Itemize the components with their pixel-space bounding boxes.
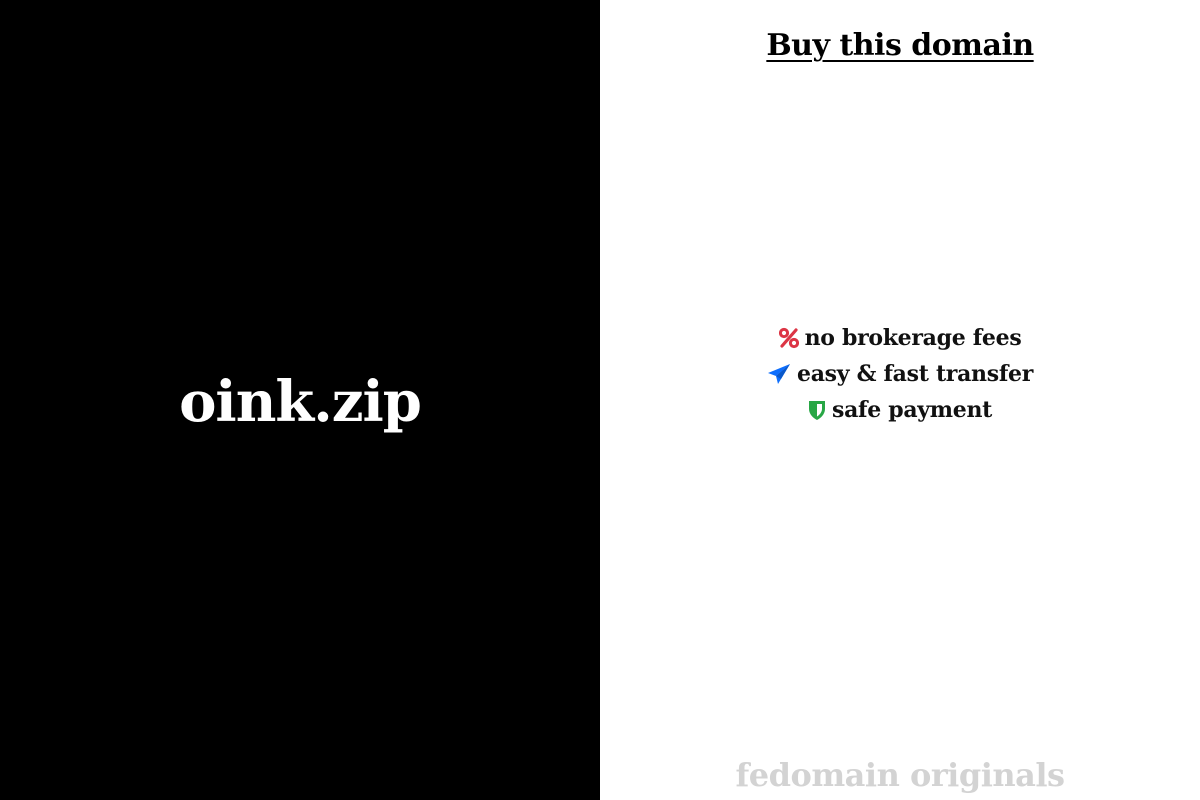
percent-icon [778,327,799,349]
feature-list: no brokerage fees easy & fast transfer s… [600,320,1200,428]
page: oink.zip Buy this domain no brokerage fe… [0,0,1200,800]
buy-domain-link[interactable]: Buy this domain [600,28,1200,63]
feature-label: no brokerage fees [804,325,1022,351]
footer-brand: fedomain originals [735,756,1065,794]
domain-panel: oink.zip [0,0,600,800]
feature-label: safe payment [831,397,992,423]
feature-label: easy & fast transfer [797,361,1033,387]
paper-plane-icon [767,363,791,385]
domain-name: oink.zip [179,369,422,435]
feature-no-fees: no brokerage fees [778,320,1022,356]
feature-safe-payment: safe payment [808,392,992,428]
shield-icon [808,399,826,421]
feature-fast-transfer: easy & fast transfer [767,356,1033,392]
offer-panel: Buy this domain no brokerage fees easy &… [600,0,1200,800]
